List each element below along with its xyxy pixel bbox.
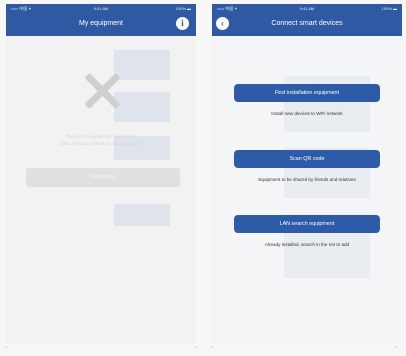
page-title: My equipment: [79, 20, 123, 27]
status-bar: ••••• 中国 ✦ 9:41 AM 100% ▬: [6, 4, 196, 13]
page-title: Connect smart devices: [271, 20, 343, 27]
scan-qr-code-button[interactable]: Scan QR code: [234, 150, 380, 168]
corner-mark: ,: [396, 343, 398, 349]
background-panel: [114, 50, 170, 80]
clock-label: 9:41 AM: [93, 6, 109, 11]
no-equipment-icon: [82, 71, 122, 111]
empty-message-line: There is no equipment, add device: [65, 134, 137, 139]
corner-mark: ,: [212, 343, 214, 349]
equipment-list-area: There is no equipment, add device Click …: [6, 36, 196, 344]
first-installation-button[interactable]: First installation equipment: [234, 84, 380, 102]
connect-options-area: First installation equipment Install new…: [212, 36, 402, 344]
lan-search-caption: Already installed, search in the net to …: [264, 242, 350, 247]
connect-smart-devices-screen: ••••• 中国 ✦ 9:41 AM 100% ▬ ‹ Connect smar…: [212, 4, 402, 344]
empty-message-line: Click the button below to add equipment: [60, 141, 142, 146]
empty-state-message: There is no equipment, add device Click …: [26, 133, 176, 147]
background-panel: [114, 204, 170, 226]
lan-search-button[interactable]: LAN search equipment: [234, 215, 380, 233]
background-panel: [114, 92, 170, 122]
clock-label: 9:41 AM: [299, 6, 315, 11]
corner-mark: ‚: [6, 343, 8, 349]
status-bar: ••••• 中国 ✦ 9:41 AM 100% ▬: [212, 4, 402, 13]
nav-bar: ‹ Connect smart devices: [212, 13, 402, 36]
nav-bar: My equipment i: [6, 13, 196, 36]
my-equipment-screen: ••••• 中国 ✦ 9:41 AM 100% ▬ My equipment i…: [6, 4, 196, 344]
battery-label: 100% ▬: [175, 6, 191, 11]
add-device-button[interactable]: Add device: [26, 168, 180, 187]
info-icon[interactable]: i: [176, 17, 189, 30]
back-icon[interactable]: ‹: [216, 17, 229, 30]
scan-qr-code-caption: Equipment to be shared by friends and re…: [258, 177, 356, 182]
corner-mark: ‚: [196, 343, 198, 349]
first-installation-caption: Install new devices to WiFi network: [271, 111, 343, 116]
battery-label: 100% ▬: [381, 6, 397, 11]
